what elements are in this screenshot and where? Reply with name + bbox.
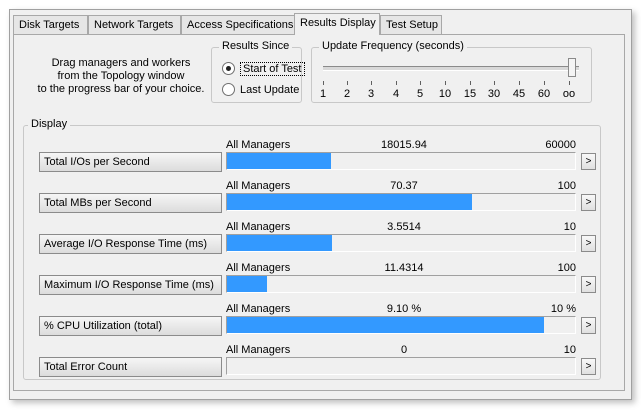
- metric-select-button[interactable]: Maximum I/O Response Time (ms): [39, 275, 222, 295]
- bar-current-value: 3.5514: [387, 221, 421, 233]
- bar-source-label: All Managers: [226, 221, 291, 233]
- slider-tick: [569, 81, 570, 85]
- bar-source-label: All Managers: [226, 139, 291, 151]
- help-line: Drag managers and workers: [51, 57, 191, 69]
- radio-label: Last Update: [240, 84, 300, 96]
- metric-select-button[interactable]: Total I/Os per Second: [39, 152, 222, 172]
- slider-tick-label: 2: [343, 88, 351, 100]
- drag-help-text: Drag managers and workers from the Topol…: [23, 57, 219, 96]
- tab-label: Test Setup: [386, 19, 438, 31]
- bar-current-value: 9.10 %: [386, 303, 422, 315]
- bar-max-value: 10: [563, 344, 576, 356]
- bar-source-label: All Managers: [226, 262, 291, 274]
- progress-bar[interactable]: [226, 234, 576, 252]
- next-metric-arrow-button[interactable]: >: [581, 317, 596, 334]
- display-group: Display All Managers 18015.94 60000 Total I…: [23, 118, 601, 380]
- slider-tick: [323, 81, 324, 85]
- results-display-panel: Drag managers and workers from the Topol…: [13, 34, 625, 391]
- tab-network-targets[interactable]: Network Targets: [88, 15, 181, 34]
- radio-unselected-icon: [222, 82, 235, 96]
- slider-tick: [445, 81, 446, 85]
- progress-bar-fill: [227, 235, 332, 251]
- help-line: to the progress bar of your choice.: [37, 83, 205, 95]
- slider-tick-label: 5: [416, 88, 424, 100]
- bar-max-value: 100: [557, 262, 576, 274]
- metric-select-button[interactable]: Total Error Count: [39, 357, 222, 377]
- progress-bar-fill: [227, 153, 331, 169]
- tab-label: Network Targets: [94, 19, 174, 31]
- progress-bar[interactable]: [226, 316, 576, 334]
- radio-label: Start of Test: [240, 62, 305, 76]
- tab-results-display[interactable]: Results Display: [294, 13, 380, 35]
- update-frequency-title: Update Frequency (seconds): [319, 40, 467, 52]
- bar-source-label: All Managers: [226, 180, 291, 192]
- progress-bar[interactable]: [226, 357, 576, 375]
- slider-tick: [519, 81, 520, 85]
- slider-tick-label: 3: [367, 88, 375, 100]
- slider-tick: [371, 81, 372, 85]
- progress-bar-fill: [227, 276, 267, 292]
- help-line: from the Topology window: [57, 70, 185, 82]
- tab-disk-targets[interactable]: Disk Targets: [13, 15, 88, 34]
- slider-tick-label: 45: [512, 88, 526, 100]
- metric-select-button[interactable]: Average I/O Response Time (ms): [39, 234, 222, 254]
- progress-bar[interactable]: [226, 152, 576, 170]
- update-frequency-slider-track[interactable]: [323, 66, 579, 71]
- bar-max-value: 100: [557, 180, 576, 192]
- progress-bar[interactable]: [226, 275, 576, 293]
- next-metric-arrow-button[interactable]: >: [581, 153, 596, 170]
- tab-access-specifications[interactable]: Access Specifications: [181, 15, 296, 34]
- slider-tick: [470, 81, 471, 85]
- radio-last-update[interactable]: Last Update: [222, 81, 299, 99]
- bar-current-value: 70.37: [390, 180, 418, 192]
- slider-tick: [396, 81, 397, 85]
- tab-label: Results Display: [300, 17, 376, 29]
- bar-current-value: 18015.94: [381, 139, 427, 151]
- slider-tick: [420, 81, 421, 85]
- slider-tick-label: 30: [487, 88, 501, 100]
- progress-bar-fill: [227, 194, 472, 210]
- next-metric-arrow-button[interactable]: >: [581, 194, 596, 211]
- slider-tick-label: 60: [537, 88, 551, 100]
- bar-max-value: 60000: [545, 139, 576, 151]
- progress-bar-fill: [227, 317, 544, 333]
- slider-tick: [494, 81, 495, 85]
- slider-tick-label: 4: [392, 88, 400, 100]
- slider-tick: [544, 81, 545, 85]
- slider-tick: [347, 81, 348, 85]
- metric-select-button[interactable]: Total MBs per Second: [39, 193, 222, 213]
- next-metric-arrow-button[interactable]: >: [581, 276, 596, 293]
- update-frequency-slider-thumb[interactable]: [568, 58, 576, 77]
- tab-label: Disk Targets: [19, 19, 80, 31]
- radio-selected-icon: [222, 61, 235, 75]
- next-metric-arrow-button[interactable]: >: [581, 358, 596, 375]
- update-frequency-group: Update Frequency (seconds) 1 2 3 4 5 10 15 30 45…: [311, 40, 592, 103]
- metric-select-button[interactable]: % CPU Utilization (total): [39, 316, 222, 336]
- bar-source-label: All Managers: [226, 344, 291, 356]
- display-title: Display: [28, 118, 71, 130]
- bar-max-value: 10 %: [550, 303, 576, 315]
- bar-max-value: 10: [563, 221, 576, 233]
- slider-tick-label: 15: [463, 88, 477, 100]
- results-since-title: Results Since: [219, 40, 293, 52]
- slider-tick-label: 10: [438, 88, 452, 100]
- radio-start-of-test[interactable]: Start of Test: [222, 60, 305, 78]
- bar-current-value: 11.4314: [384, 262, 424, 274]
- progress-bar[interactable]: [226, 193, 576, 211]
- next-metric-arrow-button[interactable]: >: [581, 235, 596, 252]
- tab-test-setup[interactable]: Test Setup: [380, 15, 442, 34]
- slider-tick-label: oo: [562, 88, 576, 100]
- results-since-group: Results Since Start of Test Last Update: [211, 40, 305, 103]
- iometer-results-window: Disk Targets Network Targets Access Spec…: [9, 9, 632, 400]
- bar-current-value: 0: [400, 344, 408, 356]
- tab-label: Access Specifications: [187, 19, 294, 31]
- slider-tick-label: 1: [319, 88, 327, 100]
- bar-source-label: All Managers: [226, 303, 291, 315]
